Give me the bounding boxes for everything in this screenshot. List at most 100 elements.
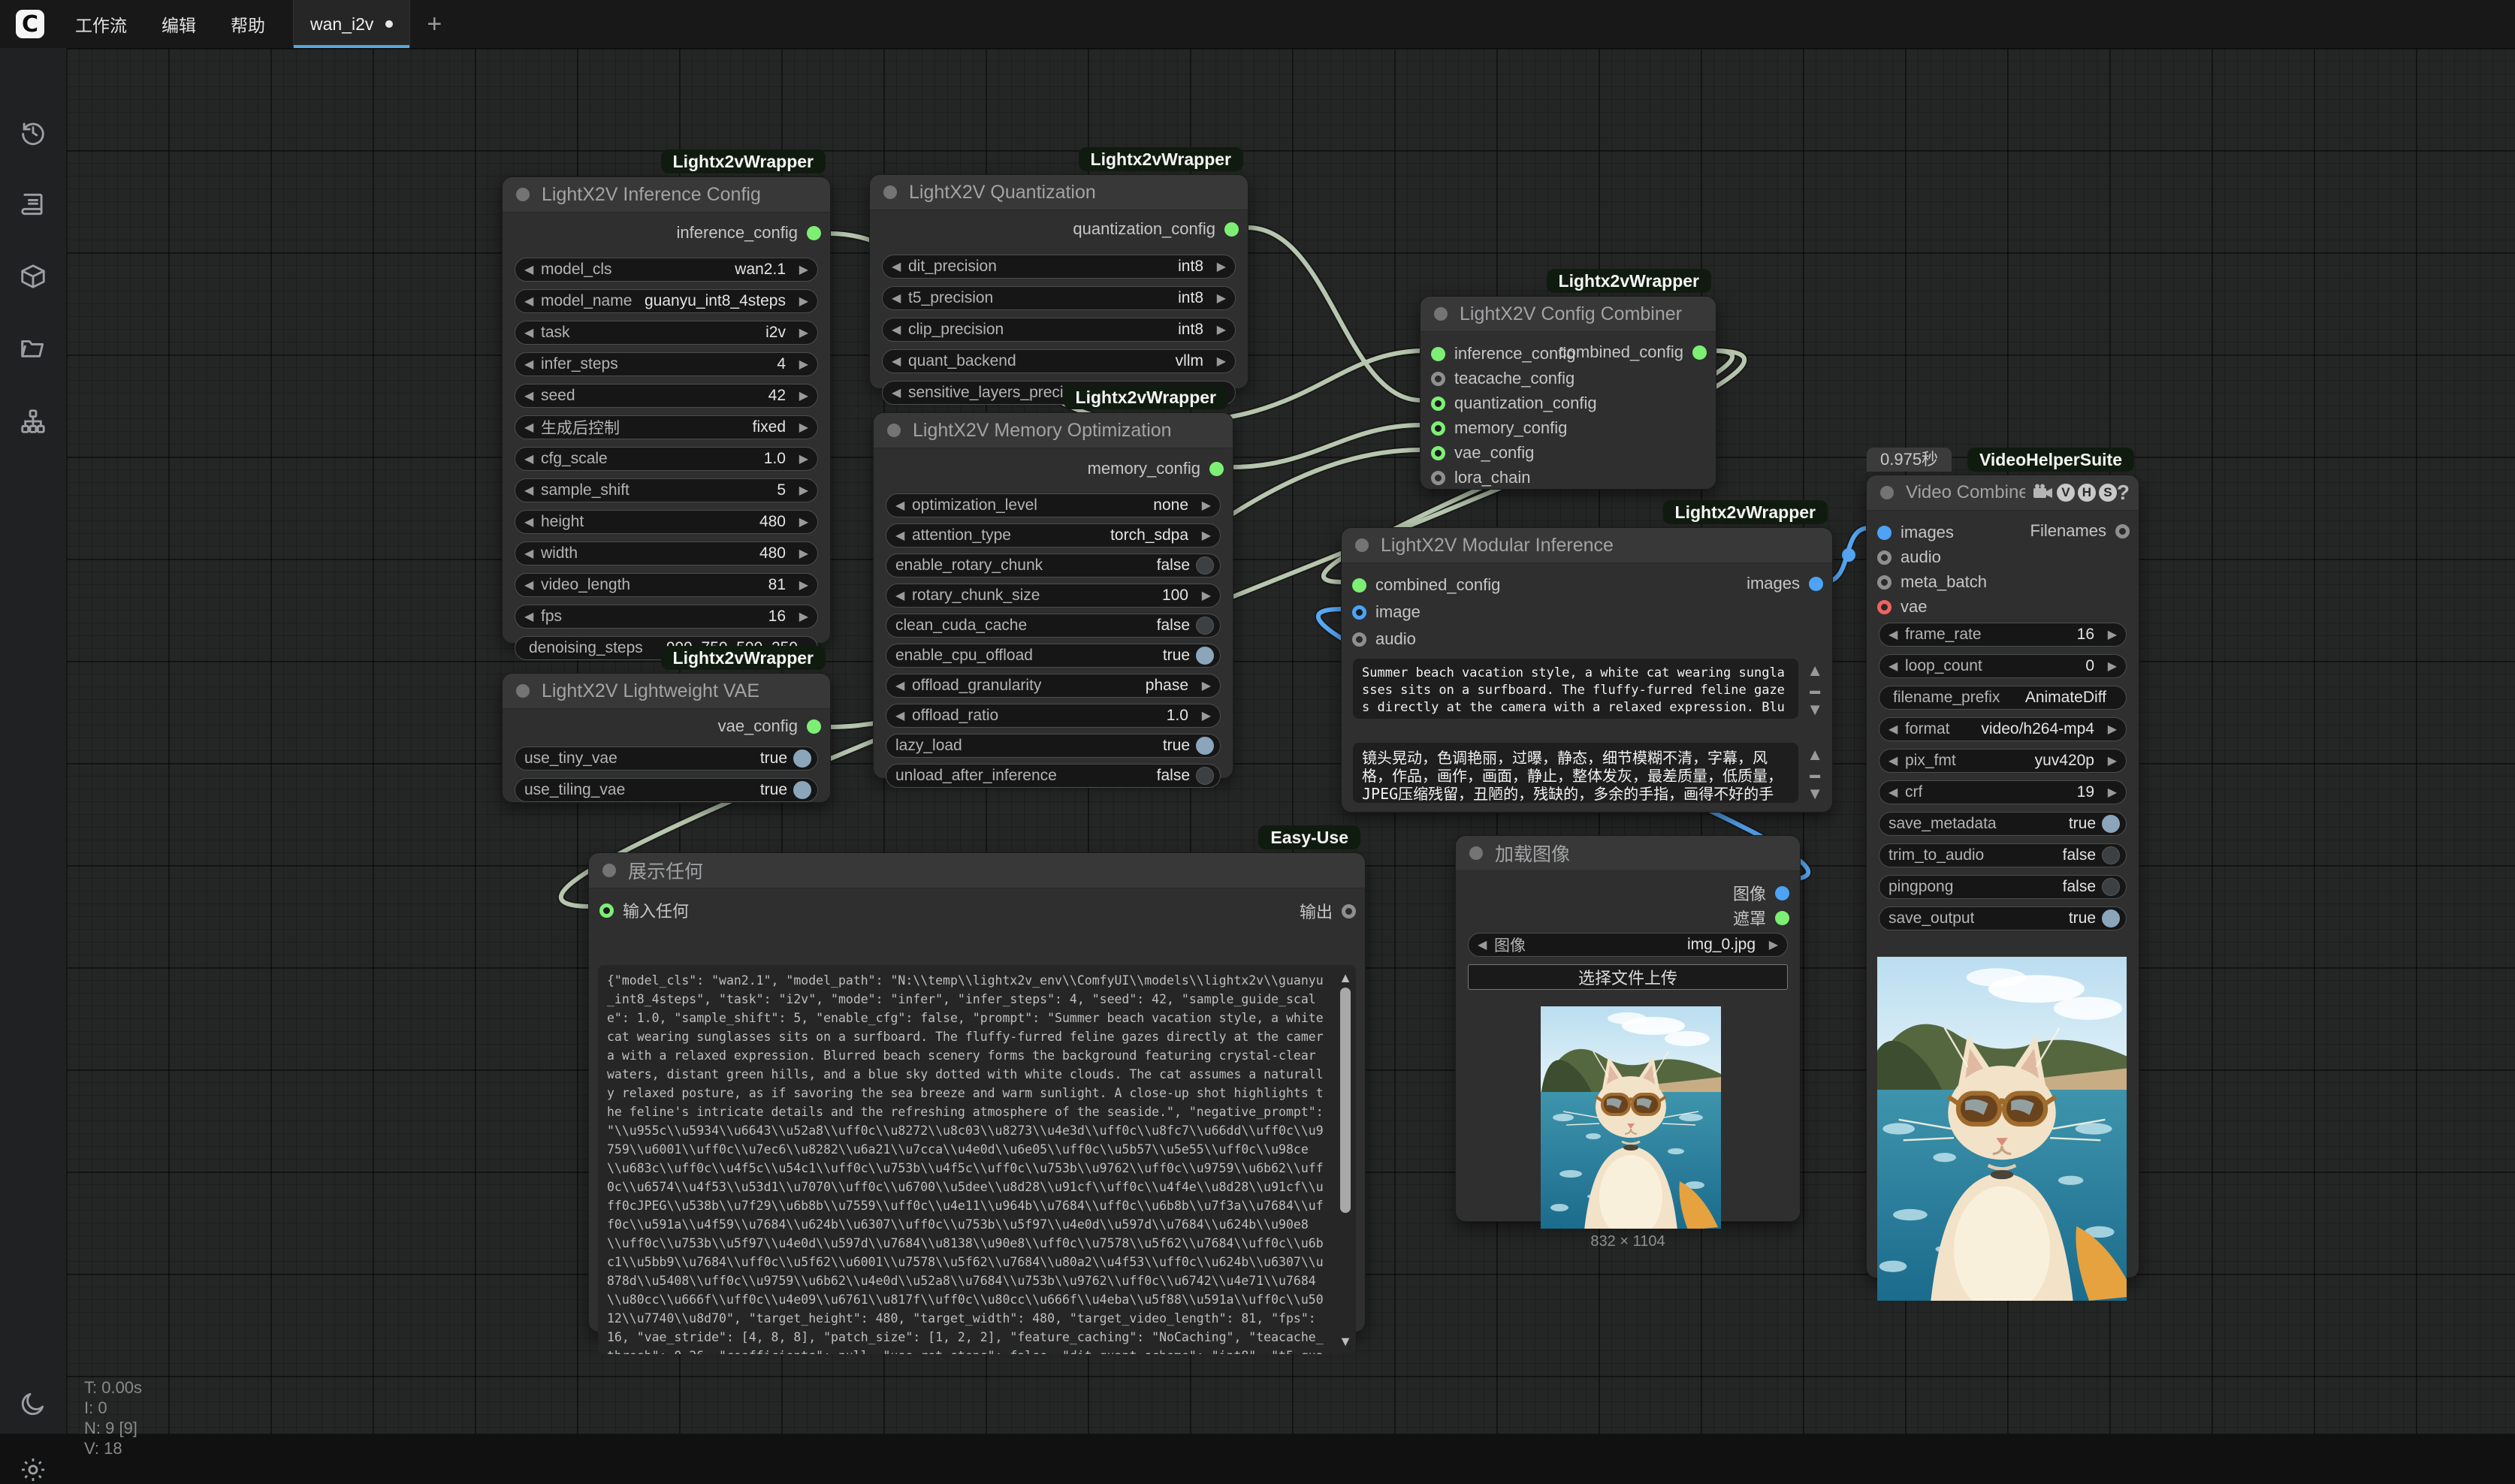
increment-arrow-icon[interactable]: ▶ (2100, 659, 2117, 674)
widget-loop_count[interactable]: ◀loop_count0▶ (1879, 654, 2127, 678)
decrement-arrow-icon[interactable]: ◀ (895, 678, 912, 693)
input-slot-vae_config[interactable]: vae_config (1421, 443, 1716, 463)
node-header[interactable]: 展示任何 (589, 853, 1365, 888)
slot-dot-icon[interactable] (1352, 578, 1366, 593)
log-book-icon[interactable] (19, 190, 47, 219)
widget-fps[interactable]: ◀fps16▶ (515, 605, 818, 629)
node-lightx2v-memory-optimization[interactable]: Lightx2vWrapper LightX2V Memory Optimiza… (873, 412, 1233, 779)
new-workflow-tab-button[interactable]: + (427, 10, 442, 39)
widget-use_tiny_vae[interactable]: use_tiny_vaetrue (515, 747, 818, 771)
widget-dit_precision[interactable]: ◀dit_precisionint8▶ (882, 255, 1236, 279)
collapse-dot-icon[interactable] (883, 186, 897, 199)
increment-arrow-icon[interactable]: ▶ (1209, 259, 1226, 274)
decrement-arrow-icon[interactable]: ◀ (1889, 785, 1905, 800)
decrement-arrow-icon[interactable]: ◀ (1889, 722, 1905, 737)
slot-dot-icon[interactable] (1431, 421, 1445, 436)
decrement-arrow-icon[interactable]: ◀ (895, 588, 912, 603)
increment-arrow-icon[interactable]: ▶ (1209, 291, 1226, 306)
slot-dot-icon[interactable] (599, 903, 614, 918)
decrement-arrow-icon[interactable]: ◀ (1478, 937, 1494, 952)
increment-arrow-icon[interactable]: ▶ (792, 514, 808, 529)
video-preview[interactable] (1877, 957, 2127, 1301)
decrement-arrow-icon[interactable]: ◀ (892, 259, 908, 274)
widget-clean_cuda_cache[interactable]: clean_cuda_cachefalse (886, 614, 1221, 638)
widget-format[interactable]: ◀formatvideo/h264-mp4▶ (1879, 717, 2127, 741)
node-header[interactable]: LightX2V Inference Config (503, 177, 830, 213)
decrement-arrow-icon[interactable]: ◀ (895, 708, 912, 723)
increment-arrow-icon[interactable]: ▶ (792, 578, 808, 593)
increment-arrow-icon[interactable]: ▶ (792, 262, 808, 277)
input-slot-teacache_config[interactable]: teacache_config (1421, 369, 1716, 388)
increment-arrow-icon[interactable]: ▶ (1194, 528, 1211, 543)
node-library-cube-icon[interactable] (19, 262, 47, 291)
increment-arrow-icon[interactable]: ▶ (1762, 937, 1778, 952)
increment-arrow-icon[interactable]: ▶ (2100, 753, 2117, 768)
slot-dot-icon[interactable] (1352, 632, 1366, 647)
output-slot-vae_config[interactable]: vae_config (718, 716, 821, 736)
workflow-tab-wan_i2v[interactable]: wan_i2v (293, 0, 410, 48)
node-header[interactable]: LightX2V Config Combiner (1421, 297, 1716, 332)
menu-workflow[interactable]: 工作流 (58, 11, 144, 37)
slot-dot-icon[interactable] (1431, 446, 1445, 460)
settings-gear-icon[interactable] (19, 1455, 47, 1484)
increment-arrow-icon[interactable]: ▶ (2100, 785, 2117, 800)
input-slot-memory_config[interactable]: memory_config (1421, 418, 1716, 438)
increment-arrow-icon[interactable]: ▶ (2100, 627, 2117, 642)
widget-save_metadata[interactable]: save_metadatatrue (1879, 812, 2127, 836)
widget-offload_ratio[interactable]: ◀offload_ratio1.0▶ (886, 704, 1221, 728)
decrement-arrow-icon[interactable]: ◀ (895, 498, 912, 513)
widget-infer_steps[interactable]: ◀infer_steps4▶ (515, 352, 818, 376)
collapse-dot-icon[interactable] (1355, 538, 1369, 552)
toggle-knob[interactable] (793, 750, 811, 768)
node-load-image[interactable]: 加载图像 图像遮罩 ◀图像img_0.jpg▶ 选择文件上传 832 × 110… (1455, 835, 1801, 1222)
widget-crf[interactable]: ◀crf19▶ (1879, 780, 2127, 804)
node-header[interactable]: LightX2V Lightweight VAE (503, 674, 830, 709)
widget-use_tiling_vae[interactable]: use_tiling_vaetrue (515, 778, 818, 802)
increment-arrow-icon[interactable]: ▶ (1209, 354, 1226, 369)
decrement-arrow-icon[interactable]: ◀ (892, 291, 908, 306)
output-slot-图像[interactable]: 图像 (1456, 883, 1800, 903)
decrement-arrow-icon[interactable]: ◀ (524, 420, 541, 435)
widget-model_cls[interactable]: ◀model_clswan2.1▶ (515, 258, 818, 282)
decrement-arrow-icon[interactable]: ◀ (1889, 753, 1905, 768)
input-slot-vae[interactable]: vae (1867, 597, 2139, 617)
slot-dot-icon[interactable] (1809, 577, 1823, 591)
prompt-textarea[interactable]: Summer beach vacation style, a white cat… (1353, 659, 1798, 719)
folder-icon[interactable] (19, 334, 47, 363)
slot-dot-icon[interactable] (1877, 526, 1892, 540)
decrement-arrow-icon[interactable]: ◀ (524, 325, 541, 340)
collapse-dot-icon[interactable] (516, 188, 530, 201)
theme-moon-icon[interactable] (19, 1389, 47, 1418)
negative-prompt-textarea[interactable]: 镜头晃动，色调艳丽，过曝，静态，细节模糊不清，字幕，风格，作品，画作，画面，静止… (1353, 743, 1798, 803)
widget-enable_cpu_offload[interactable]: enable_cpu_offloadtrue (886, 644, 1221, 668)
node-lightx2v-inference-config[interactable]: Lightx2vWrapper LightX2V Inference Confi… (502, 176, 831, 644)
input-slot-输入任何[interactable]: 输入任何 (589, 900, 1365, 920)
output-slot-memory_config[interactable]: memory_config (1088, 459, 1224, 478)
slot-dot-icon[interactable] (807, 719, 821, 734)
slot-dot-icon[interactable] (1224, 222, 1239, 237)
output-slot-combined_config[interactable]: combined_config (1559, 342, 1707, 362)
upload-file-button[interactable]: 选择文件上传 (1468, 964, 1788, 990)
node-show-anything[interactable]: Easy-Use 展示任何 输入任何 输出 {"model_cls": "wan… (588, 852, 1366, 1332)
collapse-dot-icon[interactable] (887, 424, 901, 437)
widget-filename_prefix[interactable]: filename_prefixAnimateDiff (1879, 686, 2127, 710)
node-video-combine[interactable]: 0.975秒 VideoHelperSuite Video Combine VH… (1866, 475, 2139, 1278)
toggle-knob[interactable] (1196, 556, 1214, 575)
slot-dot-icon[interactable] (1877, 600, 1892, 614)
toggle-knob[interactable] (1196, 737, 1214, 755)
input-slot-meta_batch[interactable]: meta_batch (1867, 572, 2139, 592)
decrement-arrow-icon[interactable]: ◀ (895, 528, 912, 543)
node-header[interactable]: LightX2V Memory Optimization (874, 413, 1233, 448)
collapse-dot-icon[interactable] (516, 684, 530, 698)
node-lightx2v-quantization[interactable]: Lightx2vWrapper LightX2V Quantization qu… (869, 174, 1248, 389)
collapse-dot-icon[interactable] (602, 864, 616, 877)
increment-arrow-icon[interactable]: ▶ (1194, 678, 1211, 693)
input-slot-lora_chain[interactable]: lora_chain (1421, 468, 1716, 487)
widget-video_length[interactable]: ◀video_length81▶ (515, 573, 818, 597)
node-header[interactable]: LightX2V Modular Inference (1342, 528, 1832, 563)
slot-dot-icon[interactable] (1352, 605, 1366, 620)
widget-seed[interactable]: ◀seed42▶ (515, 384, 818, 408)
node-help-button[interactable]: ? (2117, 481, 2130, 505)
toggle-knob[interactable] (2102, 815, 2120, 833)
widget-t5_precision[interactable]: ◀t5_precisionint8▶ (882, 286, 1236, 310)
